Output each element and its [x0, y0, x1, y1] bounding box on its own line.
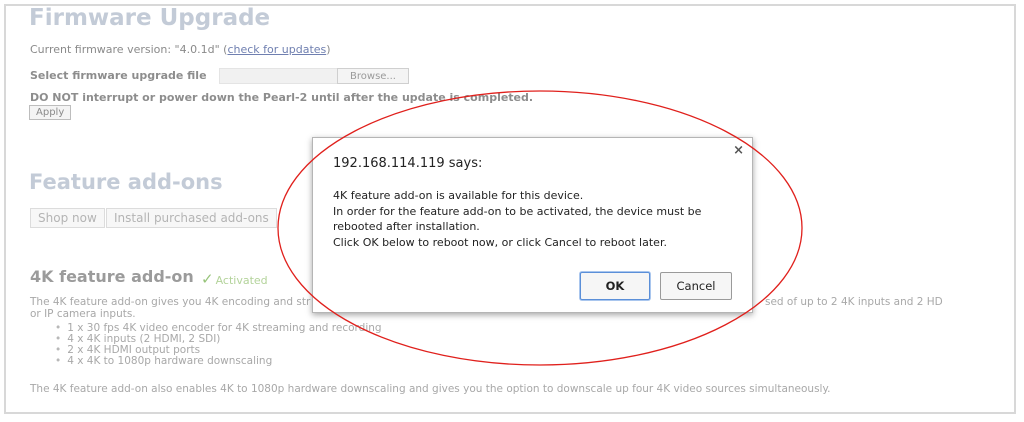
- dialog-title: 192.168.114.119 says:: [333, 156, 483, 171]
- dialog-message-line4: Click OK below to reboot now, or click C…: [333, 236, 667, 249]
- firmware-version-close: ): [326, 43, 331, 56]
- install-addons-button[interactable]: Install purchased add-ons: [106, 208, 277, 228]
- addon-feature-list: 1 x 30 fps 4K video encoder for 4K strea…: [55, 323, 382, 367]
- shop-now-button[interactable]: Shop now: [30, 208, 105, 228]
- ok-button[interactable]: OK: [580, 272, 650, 300]
- firmware-version-text: Current firmware version: "4.0.1d" (: [30, 43, 228, 56]
- check-icon: ✓: [201, 270, 214, 288]
- 4k-addon-title: 4K feature add-on: [30, 267, 194, 286]
- cancel-button[interactable]: Cancel: [660, 272, 732, 300]
- confirm-dialog: × 192.168.114.119 says: 4K feature add-o…: [312, 137, 753, 313]
- list-item: 4 x 4K to 1080p hardware downscaling: [55, 356, 382, 367]
- dialog-message-line2: In order for the feature add-on to be ac…: [333, 205, 702, 218]
- addon-description-line2: or IP camera inputs.: [30, 308, 136, 320]
- apply-button[interactable]: Apply: [29, 105, 72, 120]
- addon-description-left: The 4K feature add-on gives you 4K encod…: [30, 296, 311, 308]
- dialog-message-line1: 4K feature add-on is available for this …: [333, 189, 584, 202]
- browse-button[interactable]: Browse...: [337, 68, 409, 84]
- addon-footer-text: The 4K feature add-on also enables 4K to…: [30, 383, 831, 395]
- select-file-label: Select firmware upgrade file: [30, 69, 207, 82]
- firmware-version-line: Current firmware version: "4.0.1d" (chec…: [30, 43, 331, 56]
- firmware-title: Firmware Upgrade: [29, 5, 271, 31]
- dialog-message-line3: rebooted after installation.: [333, 220, 480, 233]
- addon-description-right: sed of up to 2 4K inputs and 2 HD: [765, 296, 943, 308]
- activated-status: ✓ Activated: [201, 270, 268, 288]
- firmware-warning: DO NOT interrupt or power down the Pearl…: [30, 91, 534, 104]
- close-icon[interactable]: ×: [733, 143, 744, 158]
- feature-addons-title: Feature add-ons: [29, 170, 223, 194]
- check-updates-link[interactable]: check for updates: [227, 43, 326, 56]
- activated-label: Activated: [215, 274, 268, 287]
- firmware-file-input[interactable]: [219, 68, 339, 84]
